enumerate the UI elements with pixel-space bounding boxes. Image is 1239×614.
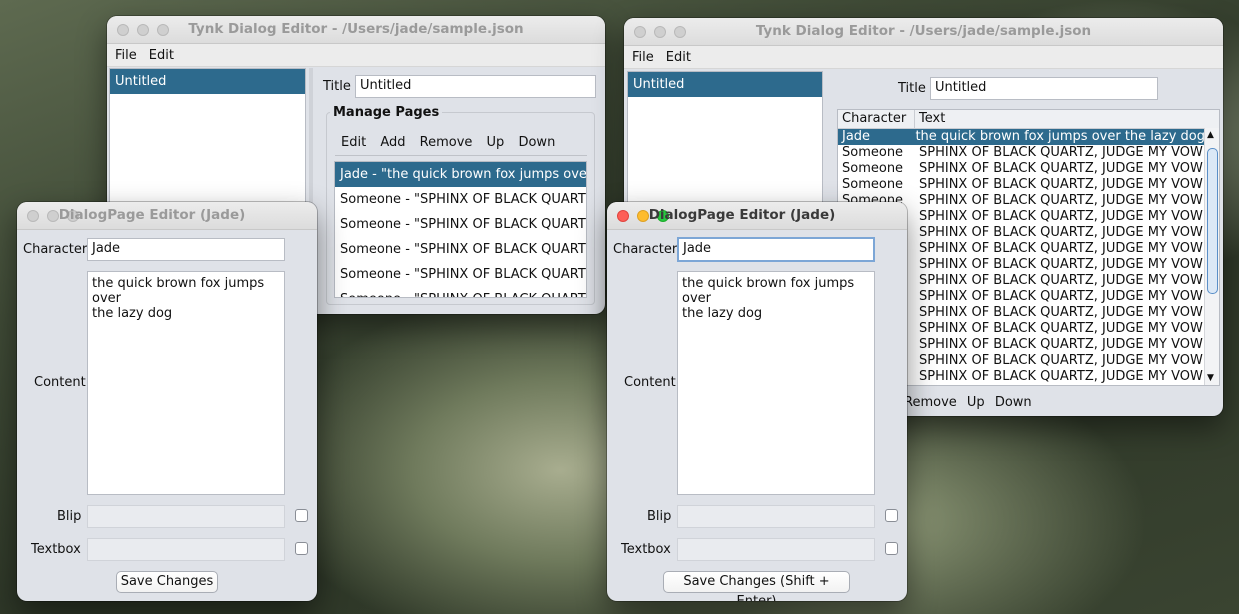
blip-label: Blip bbox=[647, 509, 672, 524]
cell-text: SPHINX OF BLACK QUARTZ, JUDGE MY VOW bbox=[919, 225, 1203, 240]
blip-label: Blip bbox=[57, 509, 82, 524]
character-field[interactable]: Jade bbox=[87, 238, 285, 261]
textbox-field bbox=[87, 538, 285, 561]
left-dialog-window: DialogPage Editor (Jade) Character Jade … bbox=[17, 202, 317, 601]
cell-text: the quick brown fox jumps over the lazy … bbox=[915, 129, 1205, 144]
textbox-checkbox[interactable] bbox=[885, 542, 898, 555]
textbox-label: Textbox bbox=[31, 542, 81, 557]
blip-checkbox[interactable] bbox=[885, 509, 898, 522]
cell-text: SPHINX OF BLACK QUARTZ, JUDGE MY VOW bbox=[919, 145, 1203, 160]
move-down-button[interactable]: Down bbox=[995, 395, 1032, 410]
table-row[interactable]: Someone SPHINX OF BLACK QUARTZ, JUDGE MY … bbox=[838, 145, 1205, 161]
page-list-item[interactable]: Someone - "SPHINX OF BLACK QUARTZ,... bbox=[335, 262, 586, 287]
content-textarea[interactable]: the quick brown fox jumps over the lazy … bbox=[87, 271, 285, 495]
blip-field bbox=[87, 505, 285, 528]
textbox-field bbox=[677, 538, 875, 561]
add-page-button[interactable]: Add bbox=[380, 135, 405, 150]
move-down-button[interactable]: Down bbox=[518, 135, 555, 150]
menu-bar: File Edit bbox=[107, 44, 605, 67]
column-header-text[interactable]: Text bbox=[915, 110, 1219, 128]
page-list-item[interactable]: Someone - "SPHINX OF BLACK QUARTZ,... bbox=[335, 212, 586, 237]
title-label: Title bbox=[323, 79, 351, 94]
edit-page-button[interactable]: Edit bbox=[341, 135, 366, 150]
window-title: Tynk Dialog Editor - /Users/jade/sample.… bbox=[755, 23, 1092, 39]
dialog-titlebar[interactable]: DialogPage Editor (Jade) bbox=[17, 202, 317, 230]
cell-text: SPHINX OF BLACK QUARTZ, JUDGE MY VOW bbox=[919, 273, 1203, 288]
textbox-label: Textbox bbox=[621, 542, 671, 557]
right-dialog-window: DialogPage Editor (Jade) Character Jade … bbox=[607, 202, 907, 601]
content-label: Content bbox=[624, 375, 676, 390]
right-window-titlebar[interactable]: Tynk Dialog Editor - /Users/jade/sample.… bbox=[624, 18, 1223, 46]
cell-character: Someone bbox=[842, 161, 904, 176]
table-header: Character Text bbox=[838, 110, 1219, 129]
blip-field bbox=[677, 505, 875, 528]
pages-list[interactable]: Jade - "the quick brown fox jumps over..… bbox=[334, 161, 587, 298]
content-textarea[interactable]: the quick brown fox jumps over the lazy … bbox=[677, 271, 875, 495]
menu-file[interactable]: File bbox=[632, 50, 654, 65]
table-scrollbar[interactable]: ▲ ▼ bbox=[1204, 128, 1219, 385]
cell-character: Someone bbox=[842, 177, 904, 192]
toolbar-separator bbox=[335, 155, 587, 156]
table-row[interactable]: Someone SPHINX OF BLACK QUARTZ, JUDGE MY … bbox=[838, 177, 1205, 193]
title-field[interactable]: Untitled bbox=[930, 77, 1158, 100]
cell-text: SPHINX OF BLACK QUARTZ, JUDGE MY VOW bbox=[919, 337, 1203, 352]
remove-page-button[interactable]: Remove bbox=[904, 395, 957, 410]
dialog-title: DialogPage Editor (Jade) bbox=[648, 207, 836, 223]
cell-text: SPHINX OF BLACK QUARTZ, JUDGE MY VOW bbox=[919, 305, 1203, 320]
dialog-title: DialogPage Editor (Jade) bbox=[58, 207, 246, 223]
textbox-checkbox[interactable] bbox=[295, 542, 308, 555]
cell-text: SPHINX OF BLACK QUARTZ, JUDGE MY VOW bbox=[919, 321, 1203, 336]
move-up-button[interactable]: Up bbox=[487, 135, 505, 150]
cell-character: Someone bbox=[842, 145, 904, 160]
blip-checkbox[interactable] bbox=[295, 509, 308, 522]
scroll-down-icon[interactable]: ▼ bbox=[1207, 373, 1214, 383]
scroll-up-icon[interactable]: ▲ bbox=[1207, 130, 1214, 140]
menu-edit[interactable]: Edit bbox=[149, 48, 174, 63]
cell-text: SPHINX OF BLACK QUARTZ, JUDGE MY VOW bbox=[919, 193, 1203, 208]
scroll-thumb[interactable] bbox=[1207, 148, 1218, 294]
cell-text: SPHINX OF BLACK QUARTZ, JUDGE MY VOW bbox=[919, 209, 1203, 224]
cell-text: SPHINX OF BLACK QUARTZ, JUDGE MY VOW bbox=[919, 177, 1203, 192]
window-title: Tynk Dialog Editor - /Users/jade/sample.… bbox=[188, 21, 524, 37]
pages-toolbar: Remove Up Down bbox=[904, 395, 1042, 410]
menu-file[interactable]: File bbox=[115, 48, 137, 63]
remove-page-button[interactable]: Remove bbox=[420, 135, 473, 150]
manage-pages-legend: Manage Pages bbox=[333, 105, 440, 120]
cell-character: Jade bbox=[842, 129, 871, 144]
cell-text: SPHINX OF BLACK QUARTZ, JUDGE MY VOW bbox=[919, 369, 1203, 384]
character-label: Character bbox=[23, 242, 88, 257]
page-list-item[interactable]: Jade - "the quick brown fox jumps over..… bbox=[335, 162, 586, 187]
cell-text: SPHINX OF BLACK QUARTZ, JUDGE MY VOW bbox=[919, 353, 1203, 368]
table-row[interactable]: Someone SPHINX OF BLACK QUARTZ, JUDGE MY … bbox=[838, 161, 1205, 177]
dialog-list-item-untitled[interactable]: Untitled bbox=[110, 69, 305, 94]
page-list-item[interactable]: Someone - "SPHINX OF BLACK QUARTZ,... bbox=[335, 287, 586, 297]
cell-text: SPHINX OF BLACK QUARTZ, JUDGE MY VOW bbox=[919, 289, 1203, 304]
content-label: Content bbox=[34, 375, 86, 390]
table-row[interactable]: Jade the quick brown fox jumps over the l… bbox=[838, 129, 1205, 145]
pages-toolbar: Edit Add Remove Up Down bbox=[341, 135, 565, 150]
page-list-item[interactable]: Someone - "SPHINX OF BLACK QUARTZ,... bbox=[335, 237, 586, 262]
dialog-list-item-untitled[interactable]: Untitled bbox=[628, 72, 822, 97]
page-list-item[interactable]: Someone - "SPHINX OF BLACK QUARTZ,... bbox=[335, 187, 586, 212]
cell-text: SPHINX OF BLACK QUARTZ, JUDGE MY VOW bbox=[919, 161, 1203, 176]
column-header-character[interactable]: Character bbox=[838, 110, 915, 128]
title-field[interactable]: Untitled bbox=[355, 75, 596, 98]
save-changes-button[interactable]: Save Changes bbox=[116, 571, 218, 593]
cell-text: SPHINX OF BLACK QUARTZ, JUDGE MY VOW bbox=[919, 241, 1203, 256]
character-field[interactable]: Jade bbox=[677, 237, 875, 262]
title-label: Title bbox=[898, 81, 926, 96]
save-changes-button[interactable]: Save Changes (Shift + Enter) bbox=[663, 571, 850, 601]
menu-edit[interactable]: Edit bbox=[666, 50, 691, 65]
cell-text: SPHINX OF BLACK QUARTZ, JUDGE MY VOW bbox=[919, 257, 1203, 272]
character-label: Character bbox=[613, 242, 678, 257]
dialog-titlebar[interactable]: DialogPage Editor (Jade) bbox=[607, 202, 907, 230]
menu-bar: File Edit bbox=[624, 46, 1223, 69]
move-up-button[interactable]: Up bbox=[967, 395, 985, 410]
main-window-titlebar[interactable]: Tynk Dialog Editor - /Users/jade/sample.… bbox=[107, 16, 605, 44]
